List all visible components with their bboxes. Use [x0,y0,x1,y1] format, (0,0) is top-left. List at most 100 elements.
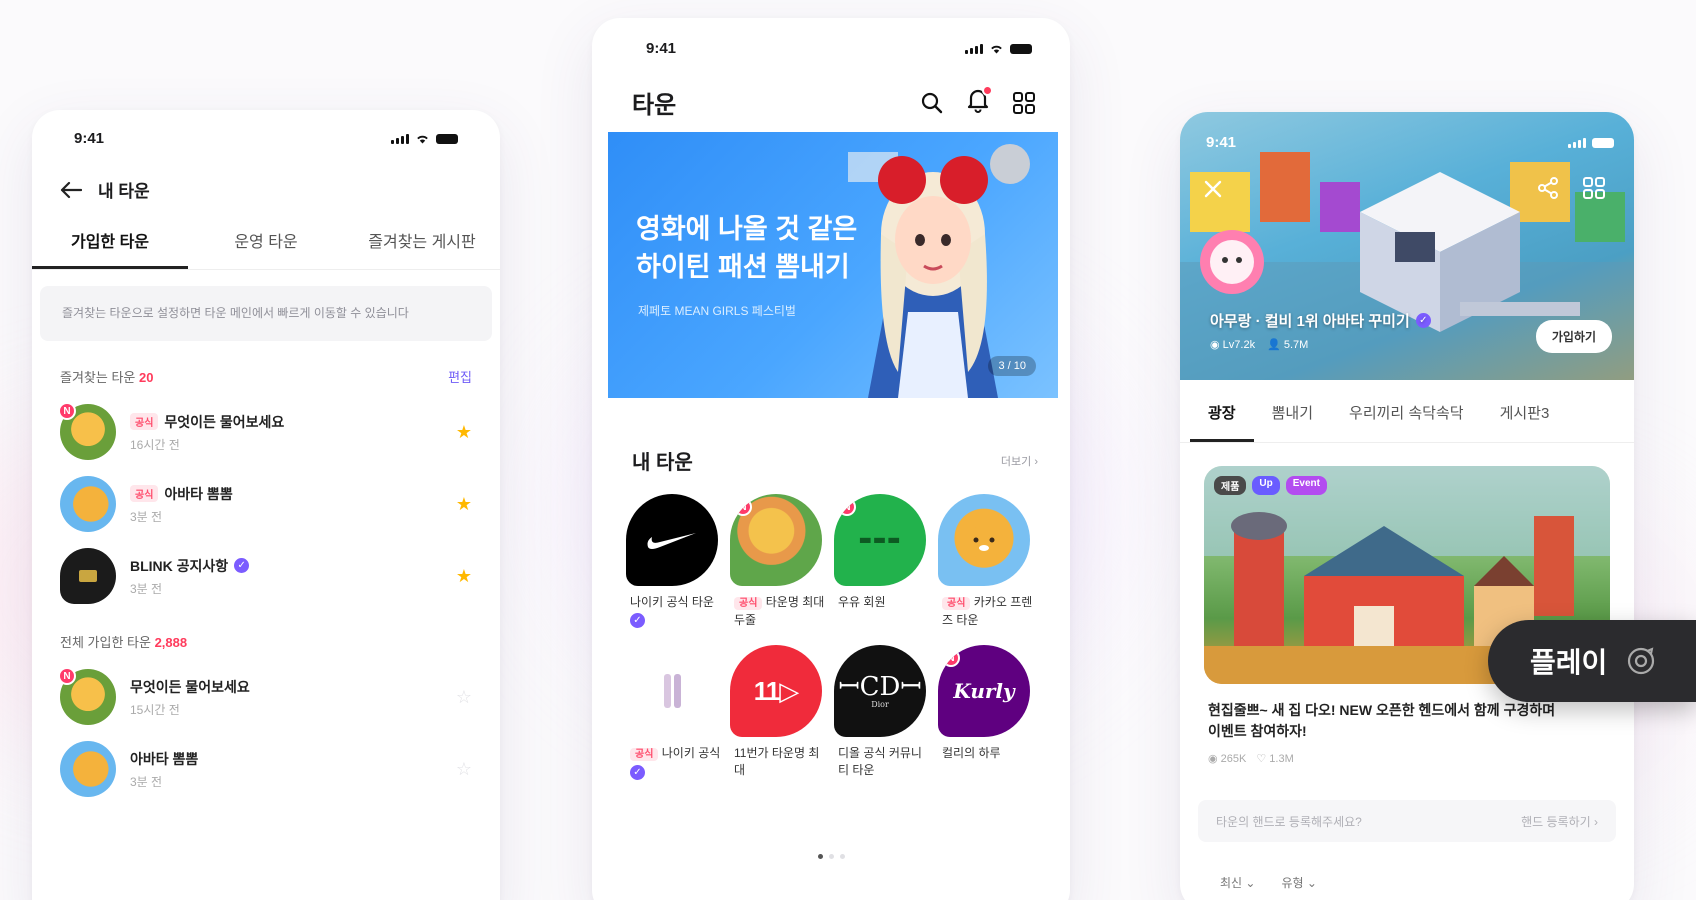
town-tile[interactable]: 공식 나이키 공식 ✓ [626,645,730,780]
star-icon[interactable]: ★ [456,422,472,443]
banner-title: 영화에 나올 것 같은 하이틴 패션 뽐내기 [636,214,858,282]
status-time: 9:41 [646,40,677,57]
town-time: 16시간 전 [130,437,180,452]
tab-board3[interactable]: 게시판3 [1482,380,1568,442]
town-tile[interactable]: 나이키 공식 타운 ✓ [626,494,730,629]
phone-town-home: 9:41 타운 영화에 나올 것 같은 하이틴 패션 뽐내기 제페토 MEAN … [592,18,1070,900]
tab-whisper[interactable]: 우리끼리 속닥속닥 [1331,380,1482,442]
town-name: 컬리의 하루 [942,746,1001,760]
battery-icon [1592,137,1614,148]
town-avatar [60,548,116,604]
town-views-value: Lv7.2k [1222,339,1256,351]
town-title: 무엇이든 물어보세요 [130,678,250,695]
page-dot [828,854,834,859]
share-icon[interactable] [1536,176,1560,200]
town-tile[interactable]: N Kurly 컬리의 하루 [938,645,1042,780]
list-item[interactable]: BLINK 공지사항 ✓ 3분 전 ★ [32,540,500,612]
all-count: 2,888 [154,635,188,650]
hand-register-link[interactable]: 핸드 등록하기 › [1521,813,1598,830]
post-views-value: 265K [1220,753,1247,765]
tab-plaza[interactable]: 광장 [1190,380,1254,442]
town-logo [626,494,718,586]
page-dot [839,854,845,859]
filter-type[interactable]: 유형 ⌄ [1281,874,1316,891]
new-badge: N [838,498,856,516]
town-name: 11번가 타운명 최대 [734,746,820,777]
official-tag: 공식 [130,485,159,502]
banner-pagination: 3 / 10 [988,356,1036,376]
town-tab-bar: 광장 뽐내기 우리끼리 속닥속닥 게시판3 [1180,380,1634,443]
list-item[interactable]: 아바타 뽐뽐 3분 전 ☆ [32,733,500,805]
play-ring-icon [1628,647,1655,675]
hand-register-text: 타운의 핸드로 등록해주세요? [1216,814,1362,829]
grid-menu-icon[interactable] [1582,176,1606,200]
search-icon[interactable] [920,91,944,115]
tab-bar: 가입한 타운 운영 타운 즐겨찾는 게시판 [32,228,500,270]
fav-count: 20 [139,370,154,385]
back-arrow-icon[interactable] [60,181,82,199]
official-tag: 공식 [130,413,159,430]
more-link[interactable]: 더보기 › [1001,453,1038,469]
notification-button[interactable] [966,85,993,118]
town-tile[interactable]: ꟷCDꟷ Dior 디올 공식 커뮤니티 타운 [834,645,938,780]
list-item[interactable]: N 무엇이든 물어보세요 15시간 전 ☆ [32,661,500,733]
town-name: 우유 회원 [838,595,886,609]
filter-latest[interactable]: 최신 ⌄ [1220,874,1255,891]
page-dot [817,854,823,859]
grid-menu-icon[interactable] [1012,91,1036,115]
town-members-value: 5.7M [1283,339,1309,351]
town-tile[interactable]: 11▷ 11번가 타운명 최대 [730,645,834,780]
close-icon[interactable] [1202,178,1224,200]
post-title[interactable]: 현집줄쁘~ 새 집 다오! NEW 오픈한 헨드에서 함께 구경하며 이벤트 참… [1208,700,1568,742]
join-button[interactable]: 가입하기 [1535,320,1612,353]
list-item[interactable]: 공식 아바타 뽐뽐 3분 전 ★ [32,468,500,540]
all-section-title: 전체 가입한 타운 2,888 [60,632,187,651]
play-label: 플레이 [1530,647,1608,678]
town-tile[interactable]: N 공식 타운명 최대 두줄 [730,494,834,629]
town-members: 👤 5.7M [1267,339,1309,351]
verified-icon: ✓ [630,613,645,628]
town-avatar: N [58,402,116,460]
battery-icon [1010,43,1032,54]
town-time: 15시간 전 [130,702,180,717]
dior-wordmark-icon: Dior [871,699,889,709]
star-icon[interactable]: ★ [456,494,472,515]
tab-joined[interactable]: 가입한 타운 [32,228,188,269]
edit-button[interactable]: 편집 [448,367,472,386]
event-banner[interactable]: 영화에 나올 것 같은 하이틴 패션 뽐내기 제페토 MEAN GIRLS 페스… [608,132,1058,398]
post-likes-value: 1.3M [1269,753,1294,765]
official-tag: 공식 [630,748,659,761]
milk-logo-icon: ▬▬▬ [858,532,902,548]
my-town-grid: 나이키 공식 타운 ✓ N 공식 타운명 최대 두줄 N ▬▬▬ 우유 회원 공… [626,494,1042,780]
official-tag: 공식 [734,597,763,610]
hand-register-bar[interactable]: 타운의 핸드로 등록해주세요? 핸드 등록하기 › [1198,800,1616,842]
status-time: 9:41 [1206,134,1237,151]
star-outline-icon[interactable]: ☆ [456,687,472,708]
verified-icon: ✓ [1415,313,1431,328]
town-logo [938,494,1030,586]
play-button[interactable]: 플레이 [1488,620,1696,702]
page-title: 타운 [632,92,677,119]
tab-fav-boards[interactable]: 즐겨찾는 게시판 [344,228,500,269]
town-logo: N Kurly [938,645,1030,737]
status-time: 9:41 [74,130,105,147]
town-views: ◉ Lv7.2k [1210,339,1256,351]
town-logo: N [730,494,822,586]
signal-icon [1568,137,1586,148]
town-tile[interactable]: 공식 카카오 프렌즈 타운 [938,494,1042,629]
signal-icon [965,43,983,54]
star-outline-icon[interactable]: ☆ [456,759,472,780]
tab-managed[interactable]: 운영 타운 [188,228,344,269]
town-name: 아무랑 · 컬비 1위 아바타 꾸미기 [1210,313,1410,330]
star-icon[interactable]: ★ [456,566,472,587]
town-time: 3분 전 [130,509,163,524]
wifi-icon [417,135,428,144]
page-dots [592,854,1070,859]
notification-dot [982,85,993,96]
town-time: 3분 전 [130,774,163,789]
list-item[interactable]: N 공식 무엇이든 물어보세요 16시간 전 ★ [32,396,500,468]
town-tile[interactable]: N ▬▬▬ 우유 회원 [834,494,938,629]
official-tag: 공식 [942,597,971,610]
tab-showoff[interactable]: 뽐내기 [1254,380,1331,442]
town-hero-image: 9:41 아무랑 · 컬비 1위 아바타 꾸미기 ✓ ◉ Lv7.2k 👤 5.7… [1180,112,1634,380]
